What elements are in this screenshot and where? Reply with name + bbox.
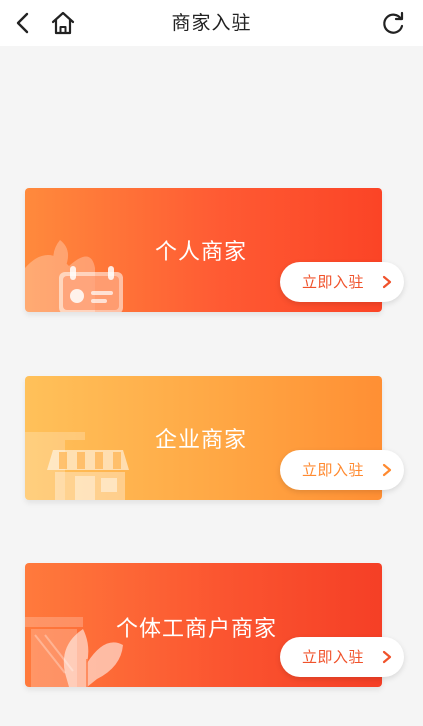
chevron-right-icon xyxy=(382,650,392,664)
join-now-button[interactable]: 立即入驻 xyxy=(280,450,404,490)
join-now-button[interactable]: 立即入驻 xyxy=(280,262,404,302)
merchant-card-individual[interactable]: 个人商家 立即入驻 xyxy=(25,188,404,312)
merchant-card-sole-proprietor[interactable]: 个体工商户商家 立即入驻 xyxy=(25,563,404,687)
chevron-right-icon xyxy=(382,463,392,477)
refresh-icon[interactable] xyxy=(378,8,408,38)
page-title: 商家入驻 xyxy=(171,12,252,34)
join-button-label: 立即入驻 xyxy=(302,273,365,291)
top-navigation-bar: 商家入驻 xyxy=(0,0,423,46)
merchant-card-enterprise[interactable]: 企业商家 立即入驻 xyxy=(25,376,404,500)
chevron-right-icon xyxy=(382,275,392,289)
join-button-label: 立即入驻 xyxy=(302,461,365,479)
join-now-button[interactable]: 立即入驻 xyxy=(280,637,404,677)
join-button-label: 立即入驻 xyxy=(302,648,365,666)
